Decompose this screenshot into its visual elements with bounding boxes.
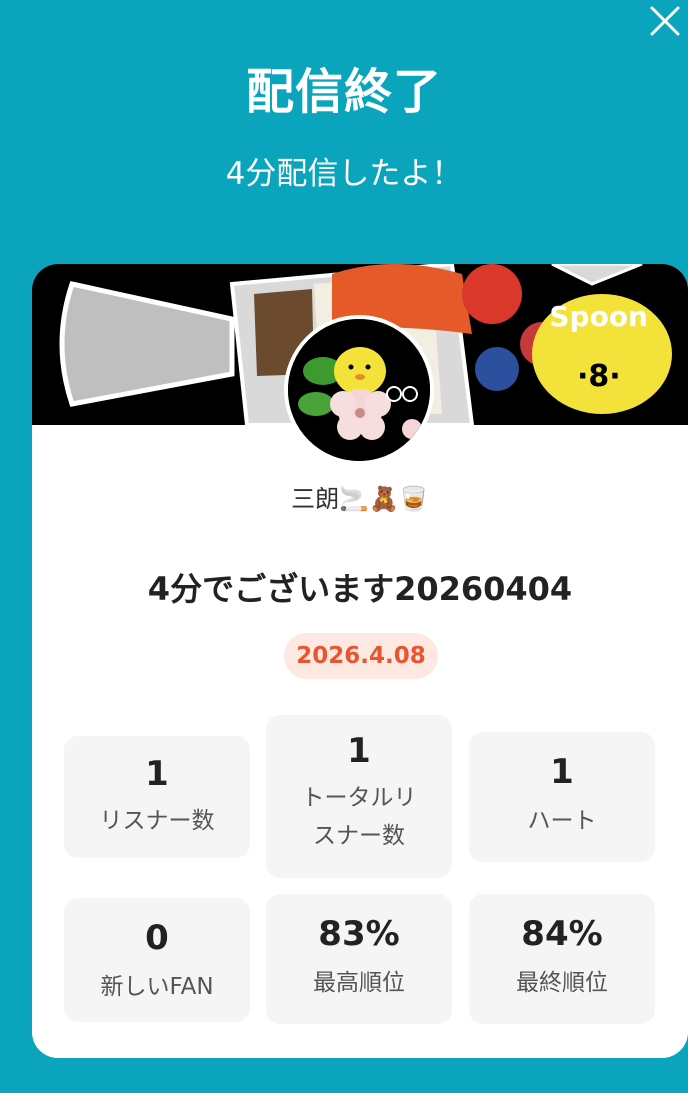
stat-label: スナー数 bbox=[313, 823, 405, 849]
broadcast-title: 4分でございます20260404 bbox=[147, 570, 573, 608]
username[interactable]: 三朗🚬🧸🥃 bbox=[32, 479, 688, 514]
stat-new-fans: 0 新しいFAN bbox=[64, 898, 250, 1022]
stat-final-rank: 84% 最終順位 bbox=[469, 894, 655, 1024]
stat-listeners: 1 リスナー数 bbox=[64, 736, 250, 858]
page-title: 配信終了 bbox=[245, 64, 442, 120]
stat-hearts: 1 ハート bbox=[469, 732, 655, 862]
stat-value: 84% bbox=[521, 914, 603, 954]
stat-total-listeners: 1 トータルリ スナー数 bbox=[266, 715, 452, 878]
page-subtitle: 4分配信したよ！ bbox=[225, 156, 463, 192]
stat-label: リスナー数 bbox=[99, 808, 215, 834]
close-icon[interactable] bbox=[646, 2, 682, 38]
avatar-illustration bbox=[288, 319, 430, 461]
broadcast-summary-card: ·8· Spoon 三朗🚬🧸🥃 4分でございます20260404 2026.4.… bbox=[32, 264, 688, 1058]
stat-label: 最高順位 bbox=[313, 970, 405, 996]
stat-value: 1 bbox=[347, 731, 371, 771]
stat-value: 1 bbox=[550, 752, 574, 792]
stat-label: トータルリ bbox=[301, 785, 417, 811]
stat-label: 最終順位 bbox=[516, 970, 608, 996]
avatar[interactable] bbox=[284, 315, 434, 465]
stat-value: 1 bbox=[145, 754, 169, 794]
stat-value: 83% bbox=[318, 914, 400, 954]
stat-label: 新しいFAN bbox=[100, 974, 214, 1000]
stat-value: 0 bbox=[145, 918, 169, 958]
stat-highest-rank: 83% 最高順位 bbox=[266, 894, 452, 1024]
date-badge: 2026.4.08 bbox=[284, 633, 438, 679]
stat-label: ハート bbox=[527, 808, 597, 834]
spoon-logo: Spoon bbox=[549, 300, 648, 333]
svg-text:·8·: ·8· bbox=[577, 359, 621, 394]
